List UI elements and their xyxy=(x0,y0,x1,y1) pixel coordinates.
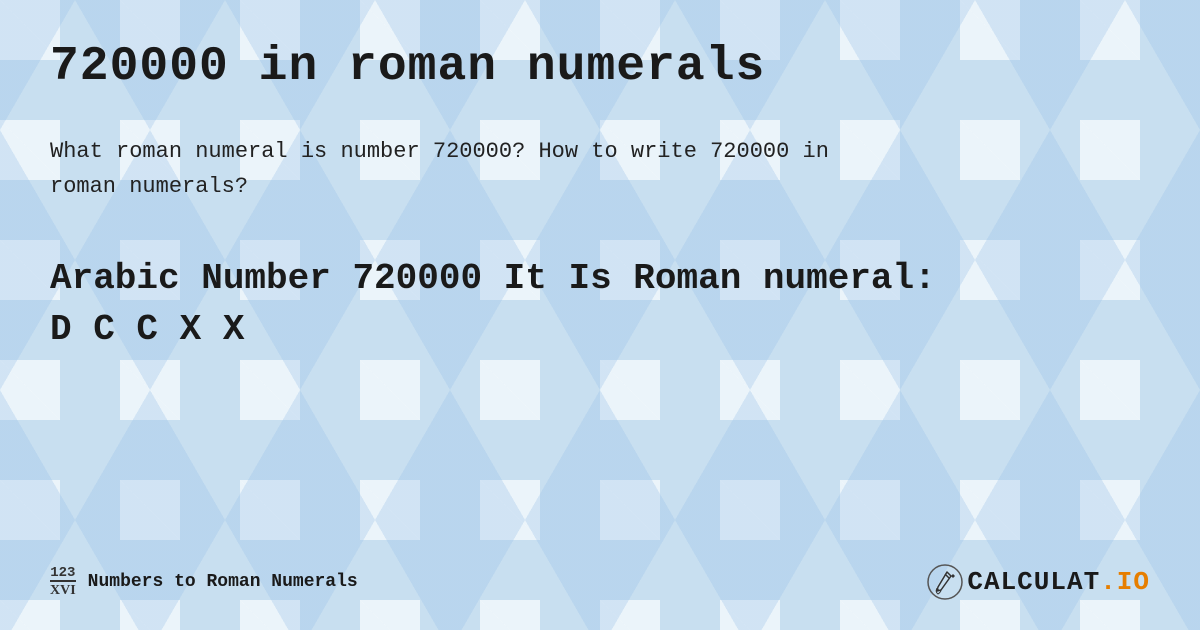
result-line1: Arabic Number 720000 It Is Roman numeral… xyxy=(50,258,936,299)
main-content: 720000 in roman numerals What roman nume… xyxy=(0,0,1200,435)
description-text: What roman numeral is number 720000? How… xyxy=(50,134,1150,204)
footer-left: 123 XVI Numbers to Roman Numerals xyxy=(50,566,358,598)
footer: 123 XVI Numbers to Roman Numerals xyxy=(50,564,1150,600)
page-title: 720000 in roman numerals xyxy=(50,40,1150,94)
numbers-logo-icon: 123 XVI xyxy=(50,566,76,598)
calculat-logo[interactable]: CALCULAT.IO xyxy=(927,564,1150,600)
calculat-word: CALCULAT xyxy=(967,567,1100,597)
result-section: Arabic Number 720000 It Is Roman numeral… xyxy=(50,254,1150,355)
calculat-io: .IO xyxy=(1100,567,1150,597)
result-text: Arabic Number 720000 It Is Roman numeral… xyxy=(50,254,1150,355)
footer-right: CALCULAT.IO xyxy=(927,564,1150,600)
footer-brand-label: Numbers to Roman Numerals xyxy=(88,572,358,592)
calculat-brand-text: CALCULAT.IO xyxy=(967,567,1150,597)
description-line1: What roman numeral is number 720000? How… xyxy=(50,139,829,164)
calculator-icon xyxy=(927,564,963,600)
logo-bottom-numeral: XVI xyxy=(50,580,76,598)
description-line2: roman numerals? xyxy=(50,174,248,199)
result-line2: D C C X X xyxy=(50,309,244,350)
logo-top-number: 123 xyxy=(50,566,75,580)
